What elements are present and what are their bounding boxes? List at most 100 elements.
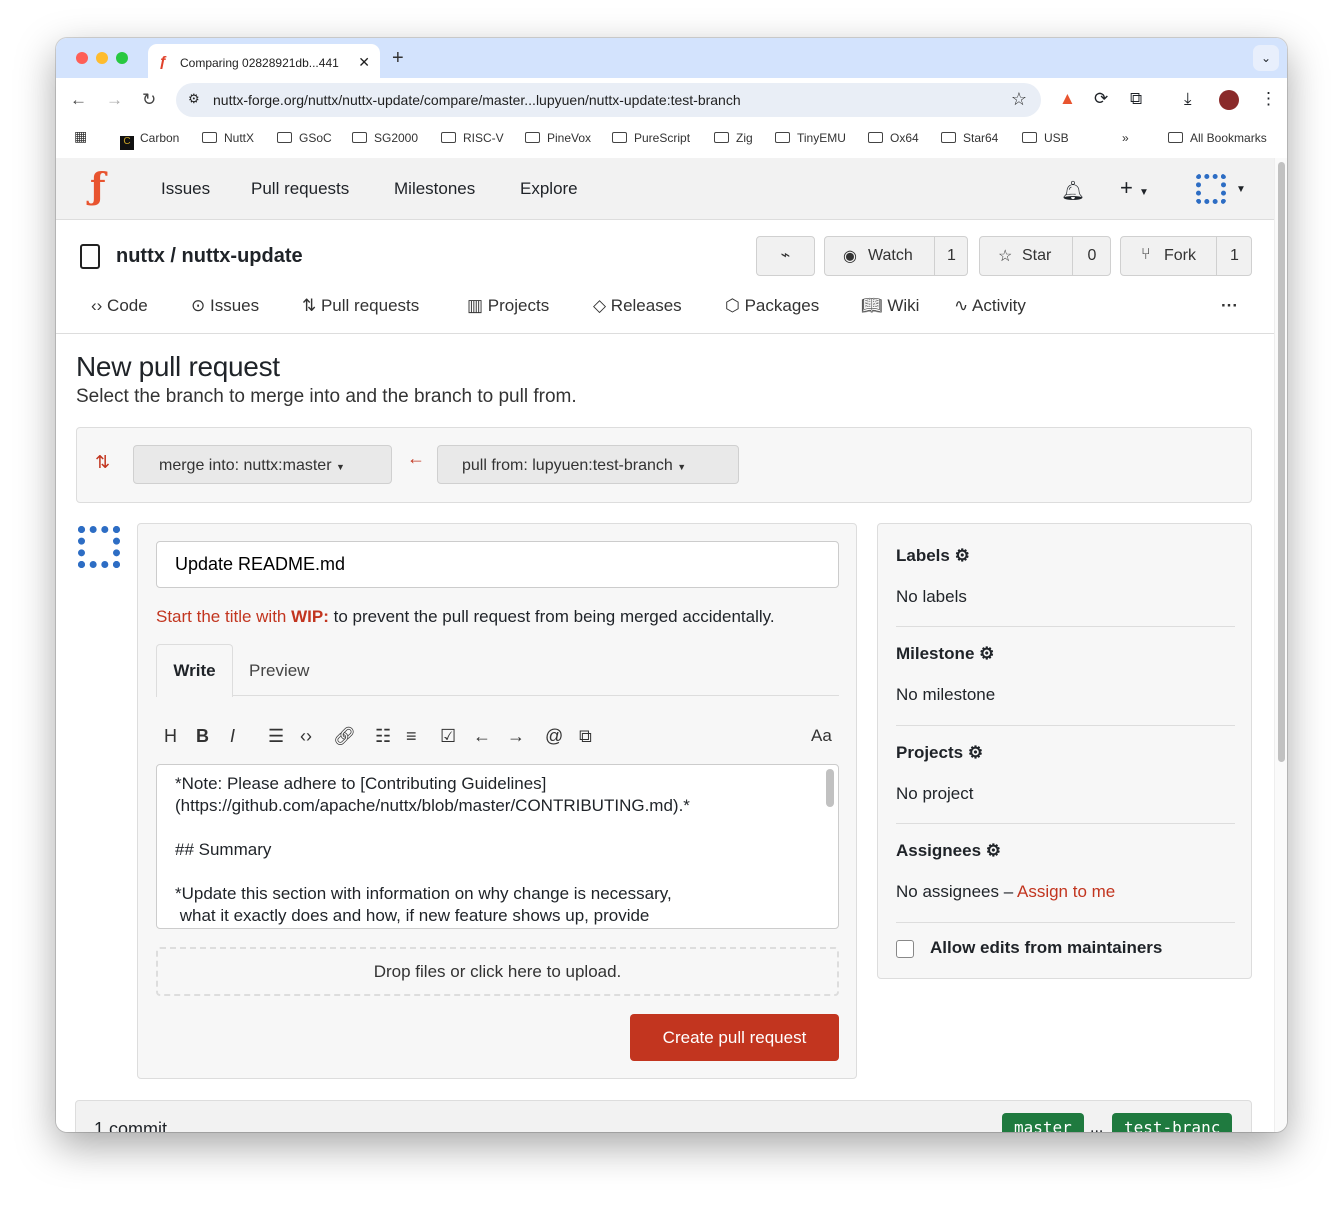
- site-settings-icon[interactable]: ⚙: [188, 91, 200, 107]
- reload-button[interactable]: ↻: [142, 90, 156, 110]
- forward-button[interactable]: →: [106, 90, 123, 110]
- bookmark-sg2000[interactable]: SG2000: [352, 131, 418, 145]
- nav-milestones[interactable]: Milestones: [394, 179, 475, 199]
- textarea-scrollbar[interactable]: [826, 769, 834, 807]
- bookmark-tinyemu[interactable]: TinyEMU: [775, 131, 846, 145]
- browser-tab[interactable]: ƒ Comparing 02828921db...441 ✕: [148, 44, 380, 78]
- base-branch-label[interactable]: master: [1002, 1113, 1084, 1132]
- tab-pull-requests[interactable]: ⇅ Pull requests: [302, 296, 419, 316]
- nav-issues[interactable]: Issues: [161, 179, 210, 199]
- bold-icon[interactable]: B: [196, 726, 209, 747]
- bookmark-carbon[interactable]: C Carbon: [120, 131, 179, 150]
- tab-wiki[interactable]: 📖︎ Wiki: [861, 296, 919, 316]
- assign-to-me-link[interactable]: Assign to me: [1017, 882, 1115, 901]
- body-line: [175, 817, 838, 839]
- extensions-puzzle-icon[interactable]: ⧉: [1130, 89, 1142, 109]
- more-tabs-icon[interactable]: ···: [1221, 296, 1238, 316]
- extension-lighthouse-icon[interactable]: ▲: [1059, 89, 1076, 109]
- close-tab-icon[interactable]: ✕: [358, 54, 370, 71]
- star-button[interactable]: ☆ Star 0: [979, 236, 1111, 276]
- bookmark-star64[interactable]: Star64: [941, 131, 998, 145]
- user-avatar-menu[interactable]: [1196, 174, 1226, 204]
- allow-edits-checkbox[interactable]: [896, 940, 914, 958]
- tab-title: Comparing 02828921db...441: [180, 56, 339, 70]
- labels-heading[interactable]: Labels ⚙: [896, 546, 970, 566]
- mention-icon[interactable]: @: [545, 726, 563, 747]
- bookmark-zig[interactable]: Zig: [714, 131, 753, 145]
- tab-issues[interactable]: ⊙ Issues: [191, 296, 259, 316]
- nav-explore[interactable]: Explore: [520, 179, 578, 199]
- bookmark-star-icon[interactable]: ☆: [1011, 89, 1027, 110]
- gear-icon: ⚙: [985, 841, 1002, 860]
- profile-avatar[interactable]: [1219, 90, 1239, 110]
- merge-into-dropdown[interactable]: merge into: nuttx:master ▼: [133, 445, 392, 484]
- bookmarks-overflow-button[interactable]: »: [1122, 131, 1129, 145]
- close-window-button[interactable]: [76, 52, 88, 64]
- browser-menu-icon[interactable]: ⋮: [1260, 89, 1277, 109]
- rss-feed-button[interactable]: ⌁: [756, 236, 815, 276]
- code-icon[interactable]: ‹›: [300, 726, 312, 747]
- indent-icon[interactable]: →: [507, 726, 525, 747]
- forgejo-logo[interactable]: ƒ: [90, 166, 106, 208]
- folder-icon: [941, 132, 956, 143]
- carbon-icon: C: [120, 136, 134, 150]
- user-avatar: [78, 526, 120, 568]
- watch-button[interactable]: ◉ Watch 1: [824, 236, 968, 276]
- bookmark-all-bookmarks[interactable]: All Bookmarks: [1168, 131, 1267, 145]
- pr-sidebar: Labels ⚙ No labels Milestone ⚙ No milest…: [877, 523, 1252, 979]
- bookmark-riscv[interactable]: RISC-V: [441, 131, 504, 145]
- link-icon[interactable]: 🔗︎: [333, 726, 356, 747]
- allow-edits-label[interactable]: Allow edits from maintainers: [930, 938, 1162, 958]
- bookmark-pinevox[interactable]: PineVox: [525, 131, 591, 145]
- repo-title[interactable]: nuttx / nuttx-update: [116, 245, 303, 268]
- cross-reference-icon[interactable]: ⧉: [579, 726, 592, 747]
- quote-icon[interactable]: ☰: [268, 726, 284, 747]
- bookmark-ox64[interactable]: Ox64: [868, 131, 919, 145]
- projects-heading[interactable]: Projects ⚙: [896, 743, 983, 763]
- create-pull-request-button[interactable]: Create pull request: [630, 1014, 839, 1061]
- milestone-heading[interactable]: Milestone ⚙: [896, 644, 994, 664]
- task-list-icon[interactable]: ☑: [440, 726, 456, 747]
- zoom-window-button[interactable]: [116, 52, 128, 64]
- tab-releases[interactable]: ◇ Releases: [593, 296, 682, 316]
- page-scrollbar[interactable]: [1274, 158, 1287, 1132]
- pr-title-input[interactable]: [156, 541, 839, 588]
- create-new-menu[interactable]: + ▼: [1120, 175, 1149, 201]
- bookmark-nuttx[interactable]: NuttX: [202, 131, 254, 145]
- browser-toolbar: ← → ↻ ⚙ nuttx-forge.org/nuttx/nuttx-upda…: [56, 78, 1287, 122]
- bookmark-purescript[interactable]: PureScript: [612, 131, 690, 145]
- pr-body-textarea[interactable]: *Note: Please adhere to [Contributing Gu…: [156, 764, 839, 929]
- apps-grid-icon[interactable]: ▦: [74, 128, 87, 145]
- file-upload-dropzone[interactable]: Drop files or click here to upload.: [156, 947, 839, 996]
- italic-icon[interactable]: I: [230, 726, 235, 747]
- heading-icon[interactable]: H: [164, 726, 177, 747]
- pull-from-dropdown[interactable]: pull from: lupyuen:test-branch ▼: [437, 445, 739, 484]
- extension-sync-icon[interactable]: ⟳: [1094, 89, 1108, 109]
- nav-pull-requests[interactable]: Pull requests: [251, 179, 349, 199]
- head-branch-label[interactable]: test-branc: [1112, 1113, 1233, 1132]
- unindent-icon[interactable]: ←: [473, 726, 491, 747]
- back-button[interactable]: ←: [70, 90, 87, 110]
- folder-icon: [277, 132, 292, 143]
- numbered-list-icon[interactable]: ≡: [406, 726, 417, 747]
- labels-value: No labels: [896, 587, 967, 606]
- bookmark-usb[interactable]: USB: [1022, 131, 1069, 145]
- monospace-toggle[interactable]: Aa: [811, 726, 832, 746]
- tab-projects[interactable]: ▥ Projects: [467, 296, 549, 316]
- tab-search-button[interactable]: ⌄: [1253, 45, 1279, 71]
- assignees-heading[interactable]: Assignees ⚙: [896, 841, 1001, 861]
- minimize-window-button[interactable]: [96, 52, 108, 64]
- bullet-list-icon[interactable]: ☷: [375, 726, 391, 747]
- tab-write[interactable]: Write: [156, 644, 233, 697]
- tab-code[interactable]: ‹› Code: [91, 296, 148, 316]
- new-tab-button[interactable]: +: [392, 47, 404, 70]
- forge-favicon-icon: ƒ: [159, 53, 168, 70]
- address-bar[interactable]: ⚙ nuttx-forge.org/nuttx/nuttx-update/com…: [176, 83, 1041, 117]
- downloads-icon[interactable]: ⤓: [1184, 89, 1192, 109]
- tab-preview[interactable]: Preview: [249, 661, 309, 681]
- tab-packages[interactable]: ⬡ Packages: [725, 296, 819, 316]
- notifications-bell-icon[interactable]: 🔔︎: [1061, 179, 1085, 203]
- tab-activity[interactable]: ∿ Activity: [954, 296, 1026, 316]
- fork-button[interactable]: ⑂ Fork 1: [1120, 236, 1252, 276]
- bookmark-gsoc[interactable]: GSoC: [277, 131, 332, 145]
